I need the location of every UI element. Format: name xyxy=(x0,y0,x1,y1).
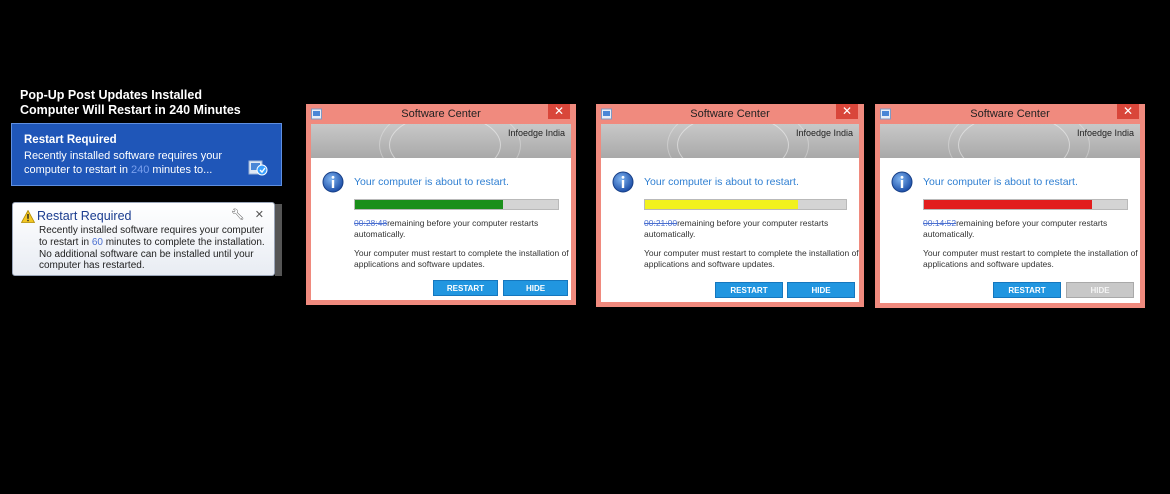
remaining-text: 00:21:00remaining before your computer r… xyxy=(644,218,859,240)
restart-progress-bar xyxy=(644,199,847,210)
hide-button[interactable]: HIDE xyxy=(787,282,855,298)
restart-message: Your computer must restart to complete t… xyxy=(354,248,569,269)
toast-body: Recently installed software requires you… xyxy=(24,150,224,177)
balloon-title: Restart Required xyxy=(37,209,132,223)
organization-name: Infoedge India xyxy=(795,128,853,138)
balloon-edge xyxy=(275,204,282,276)
close-icon[interactable]: ✕ xyxy=(255,209,264,221)
toast-title: Restart Required xyxy=(24,134,117,146)
restart-button[interactable]: RESTART xyxy=(715,282,783,298)
dialog-client: Infoedge India Your computer is about to… xyxy=(601,124,859,302)
caption-line2: Computer Will Restart in 240 Minutes xyxy=(20,103,241,117)
restart-message: Your computer must restart to complete t… xyxy=(644,248,859,269)
info-icon xyxy=(891,171,913,193)
info-icon xyxy=(612,171,634,193)
banner: Infoedge India xyxy=(880,124,1140,158)
software-center-icon xyxy=(248,160,268,176)
dialog-client: Infoedge India Your computer is about to… xyxy=(311,124,571,300)
hide-button: HIDE xyxy=(1066,282,1134,298)
close-button[interactable]: ✕ xyxy=(1117,104,1139,119)
dialog-title: Software Center xyxy=(970,108,1050,120)
title-bar[interactable]: Software Center ✕ xyxy=(596,104,864,124)
progress-fill xyxy=(645,200,798,209)
progress-fill xyxy=(924,200,1093,209)
banner: Infoedge India xyxy=(601,124,859,158)
close-button[interactable]: ✕ xyxy=(548,104,570,119)
banner-decoration xyxy=(379,124,521,158)
software-center-dialog: Software Center ✕ Infoedge India Your co… xyxy=(875,104,1145,308)
balloon-minutes: 60 xyxy=(91,236,103,248)
title-bar[interactable]: Software Center ✕ xyxy=(875,104,1145,124)
dialog-client: Infoedge India Your computer is about to… xyxy=(880,124,1140,303)
toast-body-suffix: minutes to... xyxy=(152,163,213,176)
close-button[interactable]: ✕ xyxy=(836,104,858,119)
banner-decoration xyxy=(948,124,1090,158)
balloon-body: Recently installed software requires you… xyxy=(39,225,271,272)
restart-button[interactable]: RESTART xyxy=(993,282,1061,298)
restart-heading: Your computer is about to restart. xyxy=(354,176,509,188)
toast-minutes: 240 xyxy=(131,163,150,176)
countdown-time: 00:28:48 xyxy=(354,218,388,228)
balloon-toolbar: 🔧︎ ✕ xyxy=(231,208,264,221)
restart-progress-bar xyxy=(923,199,1128,210)
organization-name: Infoedge India xyxy=(507,128,565,138)
warning-icon xyxy=(21,210,35,223)
organization-name: Infoedge India xyxy=(1076,128,1134,138)
restart-balloon[interactable]: Restart Required 🔧︎ ✕ Recently installed… xyxy=(12,202,275,276)
title-bar[interactable]: Software Center ✕ xyxy=(306,104,576,124)
countdown-time: 00:21:00 xyxy=(644,218,678,228)
software-center-dialog: Software Center ✕ Infoedge India Your co… xyxy=(306,104,576,305)
banner: Infoedge India xyxy=(311,124,571,158)
remaining-text: 00:14:52remaining before your computer r… xyxy=(923,218,1138,240)
dialog-title: Software Center xyxy=(401,108,481,120)
info-icon xyxy=(322,171,344,193)
hide-button[interactable]: HIDE xyxy=(503,280,568,296)
caption-line1: Pop-Up Post Updates Installed xyxy=(20,88,202,102)
progress-fill xyxy=(355,200,504,209)
remaining-text: 00:28:48remaining before your computer r… xyxy=(354,218,569,240)
restart-toast[interactable]: Restart Required Recently installed soft… xyxy=(11,123,282,186)
restart-heading: Your computer is about to restart. xyxy=(644,176,799,188)
banner-decoration xyxy=(667,124,809,158)
caption: Pop-Up Post Updates Installed Computer W… xyxy=(20,88,241,118)
tools-icon[interactable]: 🔧︎ xyxy=(231,209,245,221)
restart-progress-bar xyxy=(354,199,559,210)
restart-button[interactable]: RESTART xyxy=(433,280,498,296)
restart-message: Your computer must restart to complete t… xyxy=(923,248,1138,269)
restart-heading: Your computer is about to restart. xyxy=(923,176,1078,188)
dialog-title: Software Center xyxy=(690,108,770,120)
software-center-dialog: Software Center ✕ Infoedge India Your co… xyxy=(596,104,864,307)
countdown-time: 00:14:52 xyxy=(923,218,957,228)
